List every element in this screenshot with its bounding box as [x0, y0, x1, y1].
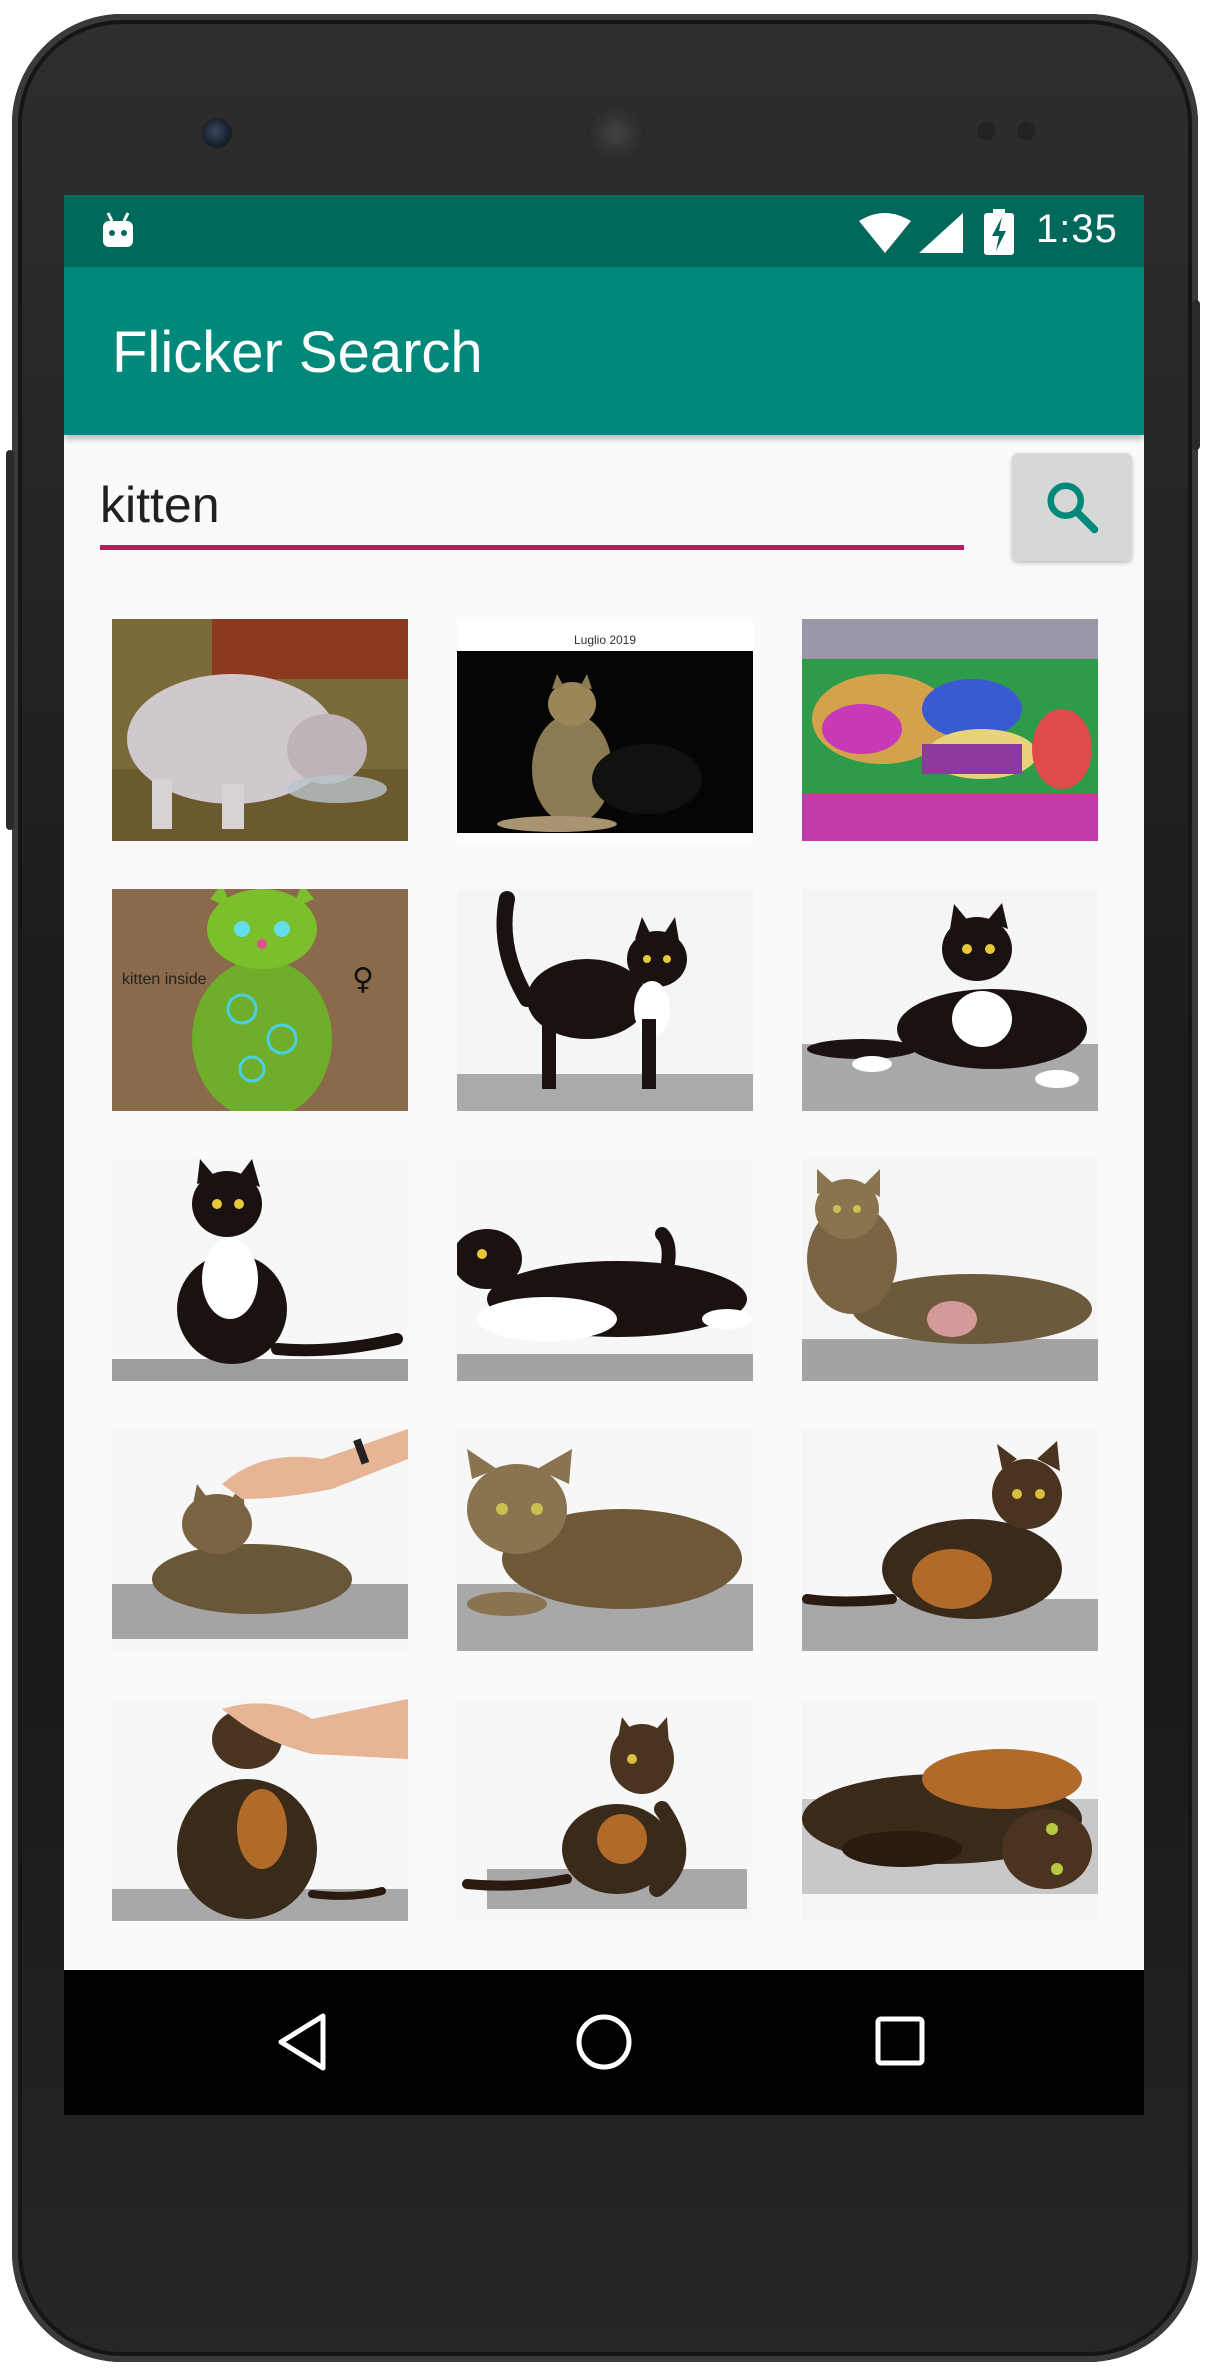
photo-caption: Luglio 2019 — [574, 633, 636, 647]
result-image-11[interactable] — [457, 1429, 753, 1651]
recents-icon[interactable] — [874, 2015, 926, 2067]
result-image-1[interactable] — [112, 619, 408, 841]
battery-charging-icon — [984, 209, 1014, 255]
result-image-9[interactable] — [802, 1159, 1098, 1381]
proximity-sensor — [977, 122, 995, 140]
android-icon — [103, 212, 133, 247]
photo-caption: kitten inside — [122, 971, 207, 988]
earpiece-speaker — [587, 104, 645, 162]
result-image-6[interactable] — [802, 889, 1098, 1111]
clock: 1:35 — [1036, 207, 1118, 251]
power-button — [6, 450, 14, 830]
status-bar: 1:35 — [64, 195, 1144, 267]
result-image-2[interactable]: Luglio 2019 — [457, 619, 753, 841]
search-icon — [1047, 482, 1099, 534]
volume-button — [1192, 300, 1200, 450]
back-icon[interactable] — [276, 2012, 328, 2072]
svg-text:♀: ♀ — [352, 962, 374, 997]
result-image-12[interactable] — [802, 1429, 1098, 1651]
navigation-bar — [64, 1970, 1144, 2115]
search-input[interactable] — [100, 465, 964, 550]
app-screen: 1:35 Flicker Search kitten Luglio 2019 k… — [64, 195, 1144, 2115]
result-image-14[interactable] — [457, 1699, 753, 1921]
result-image-4[interactable]: kitten inside ♀ — [112, 889, 408, 1111]
signal-icon — [919, 213, 963, 253]
result-image-7[interactable] — [112, 1159, 408, 1381]
result-image-3[interactable] — [802, 619, 1098, 841]
result-image-15[interactable] — [802, 1699, 1098, 1921]
light-sensor — [1017, 122, 1035, 140]
result-image-10[interactable] — [112, 1429, 408, 1651]
app-title: Flicker Search — [112, 320, 483, 385]
app-bar: Flicker Search — [64, 267, 1144, 435]
search-button[interactable] — [1012, 453, 1132, 561]
front-camera — [202, 118, 232, 148]
wifi-icon — [859, 213, 911, 253]
result-image-8[interactable] — [457, 1159, 753, 1381]
result-image-5[interactable] — [457, 889, 753, 1111]
home-icon[interactable] — [574, 2012, 634, 2072]
result-image-13[interactable] — [112, 1699, 408, 1921]
